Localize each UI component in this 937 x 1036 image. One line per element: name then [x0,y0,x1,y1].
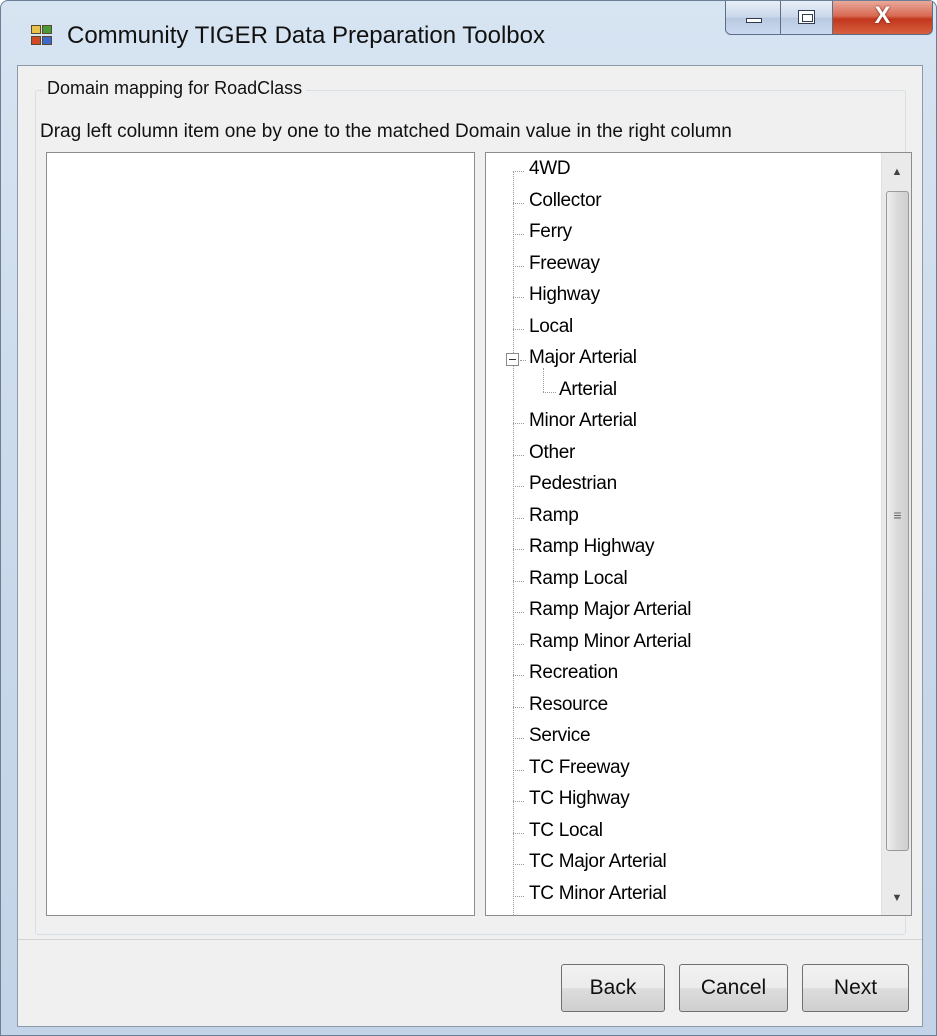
source-values-list[interactable] [46,152,475,916]
client-area: Domain mapping for RoadClass Drag left c… [17,65,923,1027]
window-title: Community TIGER Data Preparation Toolbox [67,22,545,49]
domain-values-tree[interactable]: 4WD Collector Ferry Freeway Highway Local Majo… [485,152,912,916]
group-legend: Domain mapping for RoadClass [43,78,307,99]
tree-node-label: Ferry [529,221,572,242]
tree-node-label: Ramp [529,504,579,526]
tree-node-label: Ramp Minor Arterial [529,630,692,652]
tree-node[interactable]: TC Highway [486,785,881,817]
tree-node[interactable]: Freeway [486,250,881,282]
tree-node-label: Ramp Local [529,567,628,589]
tree-node-label: Major Arterial [529,347,637,368]
tree-node[interactable]: Ferry [486,218,881,250]
close-button[interactable]: X [833,1,933,35]
minimize-button[interactable] [725,1,781,35]
tree-node[interactable]: Ramp Highway [486,533,881,565]
tree-node-label: Ramp Major Arterial [529,599,692,620]
tree-node[interactable]: Major Arterial [486,344,881,376]
collapse-icon[interactable] [506,353,519,366]
tree-node-label: Ramp Highway [529,536,655,557]
close-icon: X [874,2,891,29]
tree-node[interactable]: 4WD [486,155,881,187]
tree-node-label: Arterial [559,378,617,400]
caption-buttons: X [725,1,933,43]
tree-node-label: TC Minor Arterial [529,882,667,904]
tree-node[interactable]: Service [486,722,881,754]
tree-node-label: Local [529,315,573,337]
tree-child-node[interactable]: Arterial [486,367,881,408]
tree-node-label: TC Freeway [529,756,630,778]
tree-node-label: Resource [529,693,608,715]
minimize-icon [746,18,762,23]
tree-view[interactable]: 4WD Collector Ferry Freeway Highway Local Majo… [486,153,881,915]
tree-node[interactable]: Highway [486,281,881,313]
tree-node-label: TC Major Arterial [529,851,667,872]
tree-node[interactable]: Pedestrian [486,470,881,502]
divider [18,939,922,940]
tree-node[interactable]: Resource [486,691,881,723]
tree-node[interactable]: Ramp Local [486,565,881,597]
maximize-icon [798,10,815,24]
instruction-text: Drag left column item one by one to the … [40,121,732,142]
tree-node-label: Other [529,441,576,463]
tree-node[interactable]: Ramp [486,502,881,534]
tree-node-label: Service [529,725,591,746]
tree-node[interactable]: TC Minor Arterial [486,880,881,912]
scroll-down-arrow-icon[interactable]: ▼ [882,883,911,913]
scroll-up-arrow-icon[interactable]: ▲ [882,157,911,187]
tree-node-label: Minor Arterial [529,410,637,431]
tree-node[interactable]: TC Freeway [486,754,881,786]
maximize-button[interactable] [781,1,833,35]
tree-node-label: Highway [529,284,600,305]
tree-node[interactable]: TC Local [486,817,881,849]
tree-node-label: 4WD [529,158,571,179]
tree-node-label: Collector [529,189,602,211]
next-button[interactable]: Next [802,964,909,1012]
tree-node[interactable]: Ramp Major Arterial [486,596,881,628]
title-bar[interactable]: Community TIGER Data Preparation Toolbox… [1,1,936,65]
tree-node[interactable]: Collector [486,187,881,219]
back-button[interactable]: Back [561,964,665,1012]
cancel-button[interactable]: Cancel [679,964,788,1012]
vertical-scrollbar[interactable]: ▲ ≡ ▼ [881,153,911,915]
tree-node-label: Pedestrian [529,473,617,494]
tree-node-label: TC Local [529,819,603,841]
tree-node[interactable]: Other [486,439,881,471]
tree-node[interactable]: Recreation [486,659,881,691]
app-window: Community TIGER Data Preparation Toolbox… [0,0,937,1036]
app-icon [31,25,55,47]
tree-node[interactable]: Local [486,313,881,345]
tree-node[interactable]: TC Major Arterial [486,848,881,880]
scrollbar-thumb[interactable]: ≡ [886,191,909,851]
grip-icon: ≡ [893,507,902,523]
tree-node-label: TC Highway [529,788,630,809]
tree-node-label: Freeway [529,252,600,274]
tree-node-label: Recreation [529,662,618,683]
tree-node[interactable]: Minor Arterial [486,407,881,439]
tree-node[interactable]: Ramp Minor Arterial [486,628,881,660]
